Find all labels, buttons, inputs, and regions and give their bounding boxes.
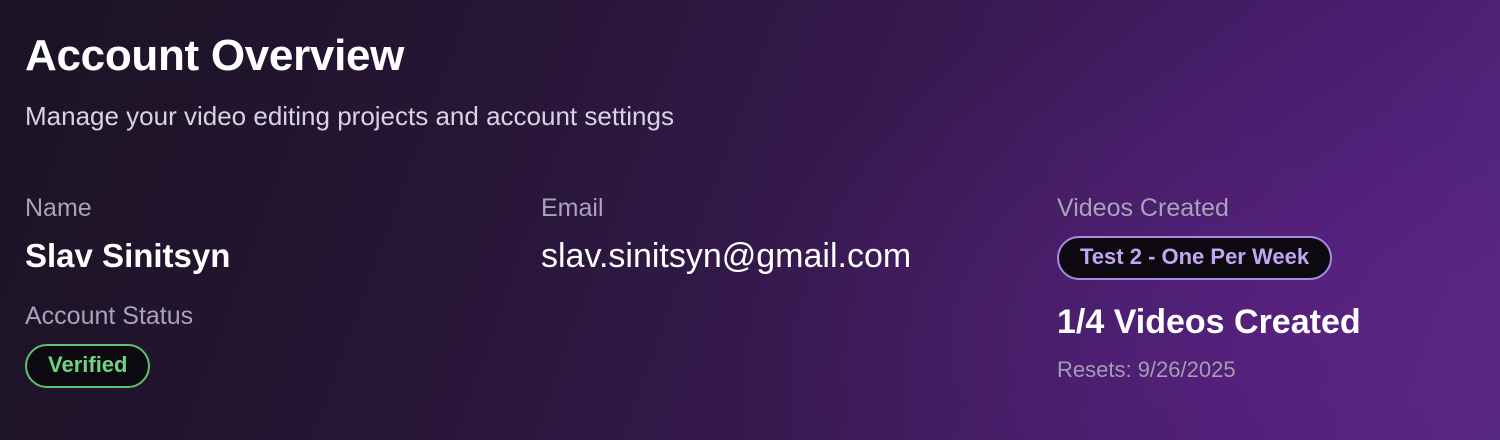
profile-column: Name Slav Sinitsyn Account Status Verifi… bbox=[25, 192, 541, 388]
videos-created-label: Videos Created bbox=[1057, 194, 1229, 222]
email-label: Email bbox=[541, 194, 604, 222]
email-value: slav.sinitsyn@gmail.com bbox=[541, 237, 912, 275]
account-overview-panel: Account Overview Manage your video editi… bbox=[0, 0, 1500, 440]
videos-column: Videos Created Test 2 - One Per Week 1/4… bbox=[1057, 192, 1475, 388]
account-status-label: Account Status bbox=[25, 302, 194, 330]
resets-date: Resets: 9/26/2025 bbox=[1057, 357, 1236, 382]
plan-badge: Test 2 - One Per Week bbox=[1057, 236, 1333, 280]
verified-status-badge: Verified bbox=[25, 344, 151, 388]
email-column: Email slav.sinitsyn@gmail.com bbox=[541, 192, 1057, 388]
videos-created-count: 1/4 Videos Created bbox=[1057, 303, 1361, 341]
page-subtitle: Manage your video editing projects and a… bbox=[25, 101, 674, 131]
account-details-grid: Name Slav Sinitsyn Account Status Verifi… bbox=[25, 192, 1475, 388]
name-value: Slav Sinitsyn bbox=[25, 237, 231, 274]
page-title: Account Overview bbox=[25, 31, 405, 80]
name-label: Name bbox=[25, 194, 92, 222]
